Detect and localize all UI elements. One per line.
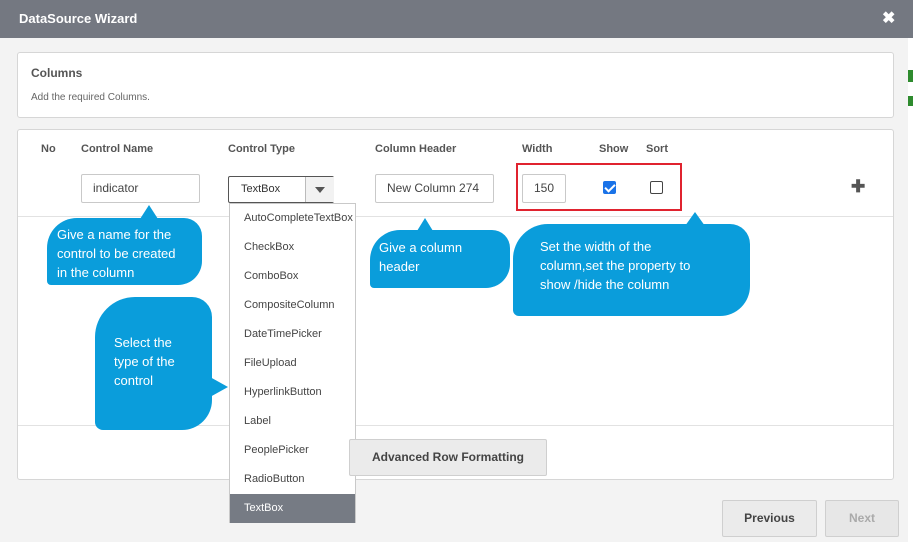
callout-line: column,set the property to (540, 258, 691, 273)
columns-info-panel: Columns Add the required Columns. (17, 52, 894, 118)
dialog-titlebar: DataSource Wizard ✖ (0, 0, 913, 38)
option-compositecolumn[interactable]: CompositeColumn (230, 291, 355, 320)
highlight-box (516, 163, 682, 211)
control-type-dropdown-list[interactable]: AutoCompleteTextBox CheckBox ComboBox Co… (229, 203, 356, 523)
columns-subtitle: Add the required Columns. (31, 92, 150, 103)
column-header-input[interactable]: New Column 274 (375, 174, 494, 203)
callout-line: type of the (114, 354, 175, 369)
advanced-row-formatting-button[interactable]: Advanced Row Formatting (349, 439, 547, 476)
control-type-value: TextBox (241, 183, 281, 195)
callout-line: in the column (57, 265, 135, 280)
header-show: Show (599, 143, 629, 155)
header-width: Width (522, 143, 553, 155)
option-autocompletetextbox[interactable]: AutoCompleteTextBox (230, 204, 355, 233)
option-checkbox[interactable]: CheckBox (230, 233, 355, 262)
background-mark (908, 70, 913, 82)
option-combobox[interactable]: ComboBox (230, 262, 355, 291)
control-name-input[interactable]: indicator (81, 174, 200, 203)
callout-line: Give a name for the (57, 227, 172, 242)
columns-title: Columns (31, 66, 83, 80)
background-mark (908, 96, 913, 106)
previous-button[interactable]: Previous (722, 500, 817, 537)
callout-column-header: Give a column header (370, 230, 510, 288)
callout-control-type: Select the type of the control (95, 297, 212, 430)
option-fileupload[interactable]: FileUpload (230, 349, 355, 378)
option-hyperlinkbutton[interactable]: HyperlinkButton (230, 378, 355, 407)
callout-control-name: Give a name for the control to be create… (47, 218, 202, 285)
callout-tail (210, 377, 228, 397)
header-control-name: Control Name (81, 143, 154, 155)
callout-line: header (379, 259, 420, 274)
callout-tail (140, 205, 158, 219)
dropdown-button[interactable] (305, 177, 334, 202)
callout-width-show: Set the width of the column,set the prop… (513, 224, 750, 316)
chevron-down-icon (315, 187, 325, 193)
option-datetimepicker[interactable]: DateTimePicker (230, 320, 355, 349)
option-textbox[interactable]: TextBox (230, 494, 355, 523)
next-button[interactable]: Next (825, 500, 899, 537)
option-label[interactable]: Label (230, 407, 355, 436)
callout-line: Set the width of the (540, 239, 652, 254)
add-column-icon[interactable]: ✚ (851, 177, 865, 197)
control-type-select[interactable]: TextBox (228, 176, 334, 203)
option-peoplepicker[interactable]: PeoplePicker (230, 436, 355, 465)
header-sort: Sort (646, 143, 668, 155)
close-icon[interactable]: ✖ (882, 8, 895, 28)
callout-line: control to be created (57, 246, 176, 261)
callout-line: Give a column (379, 240, 463, 255)
background-strip (908, 38, 913, 542)
header-column-header: Column Header (375, 143, 457, 155)
header-control-type: Control Type (228, 143, 296, 155)
callout-line: control (114, 373, 154, 388)
option-radiobutton[interactable]: RadioButton (230, 465, 355, 494)
callout-line: show /hide the column (540, 277, 670, 292)
header-no: No (41, 143, 56, 155)
dialog-title: DataSource Wizard (19, 11, 138, 26)
callout-line: Select the (114, 335, 172, 350)
